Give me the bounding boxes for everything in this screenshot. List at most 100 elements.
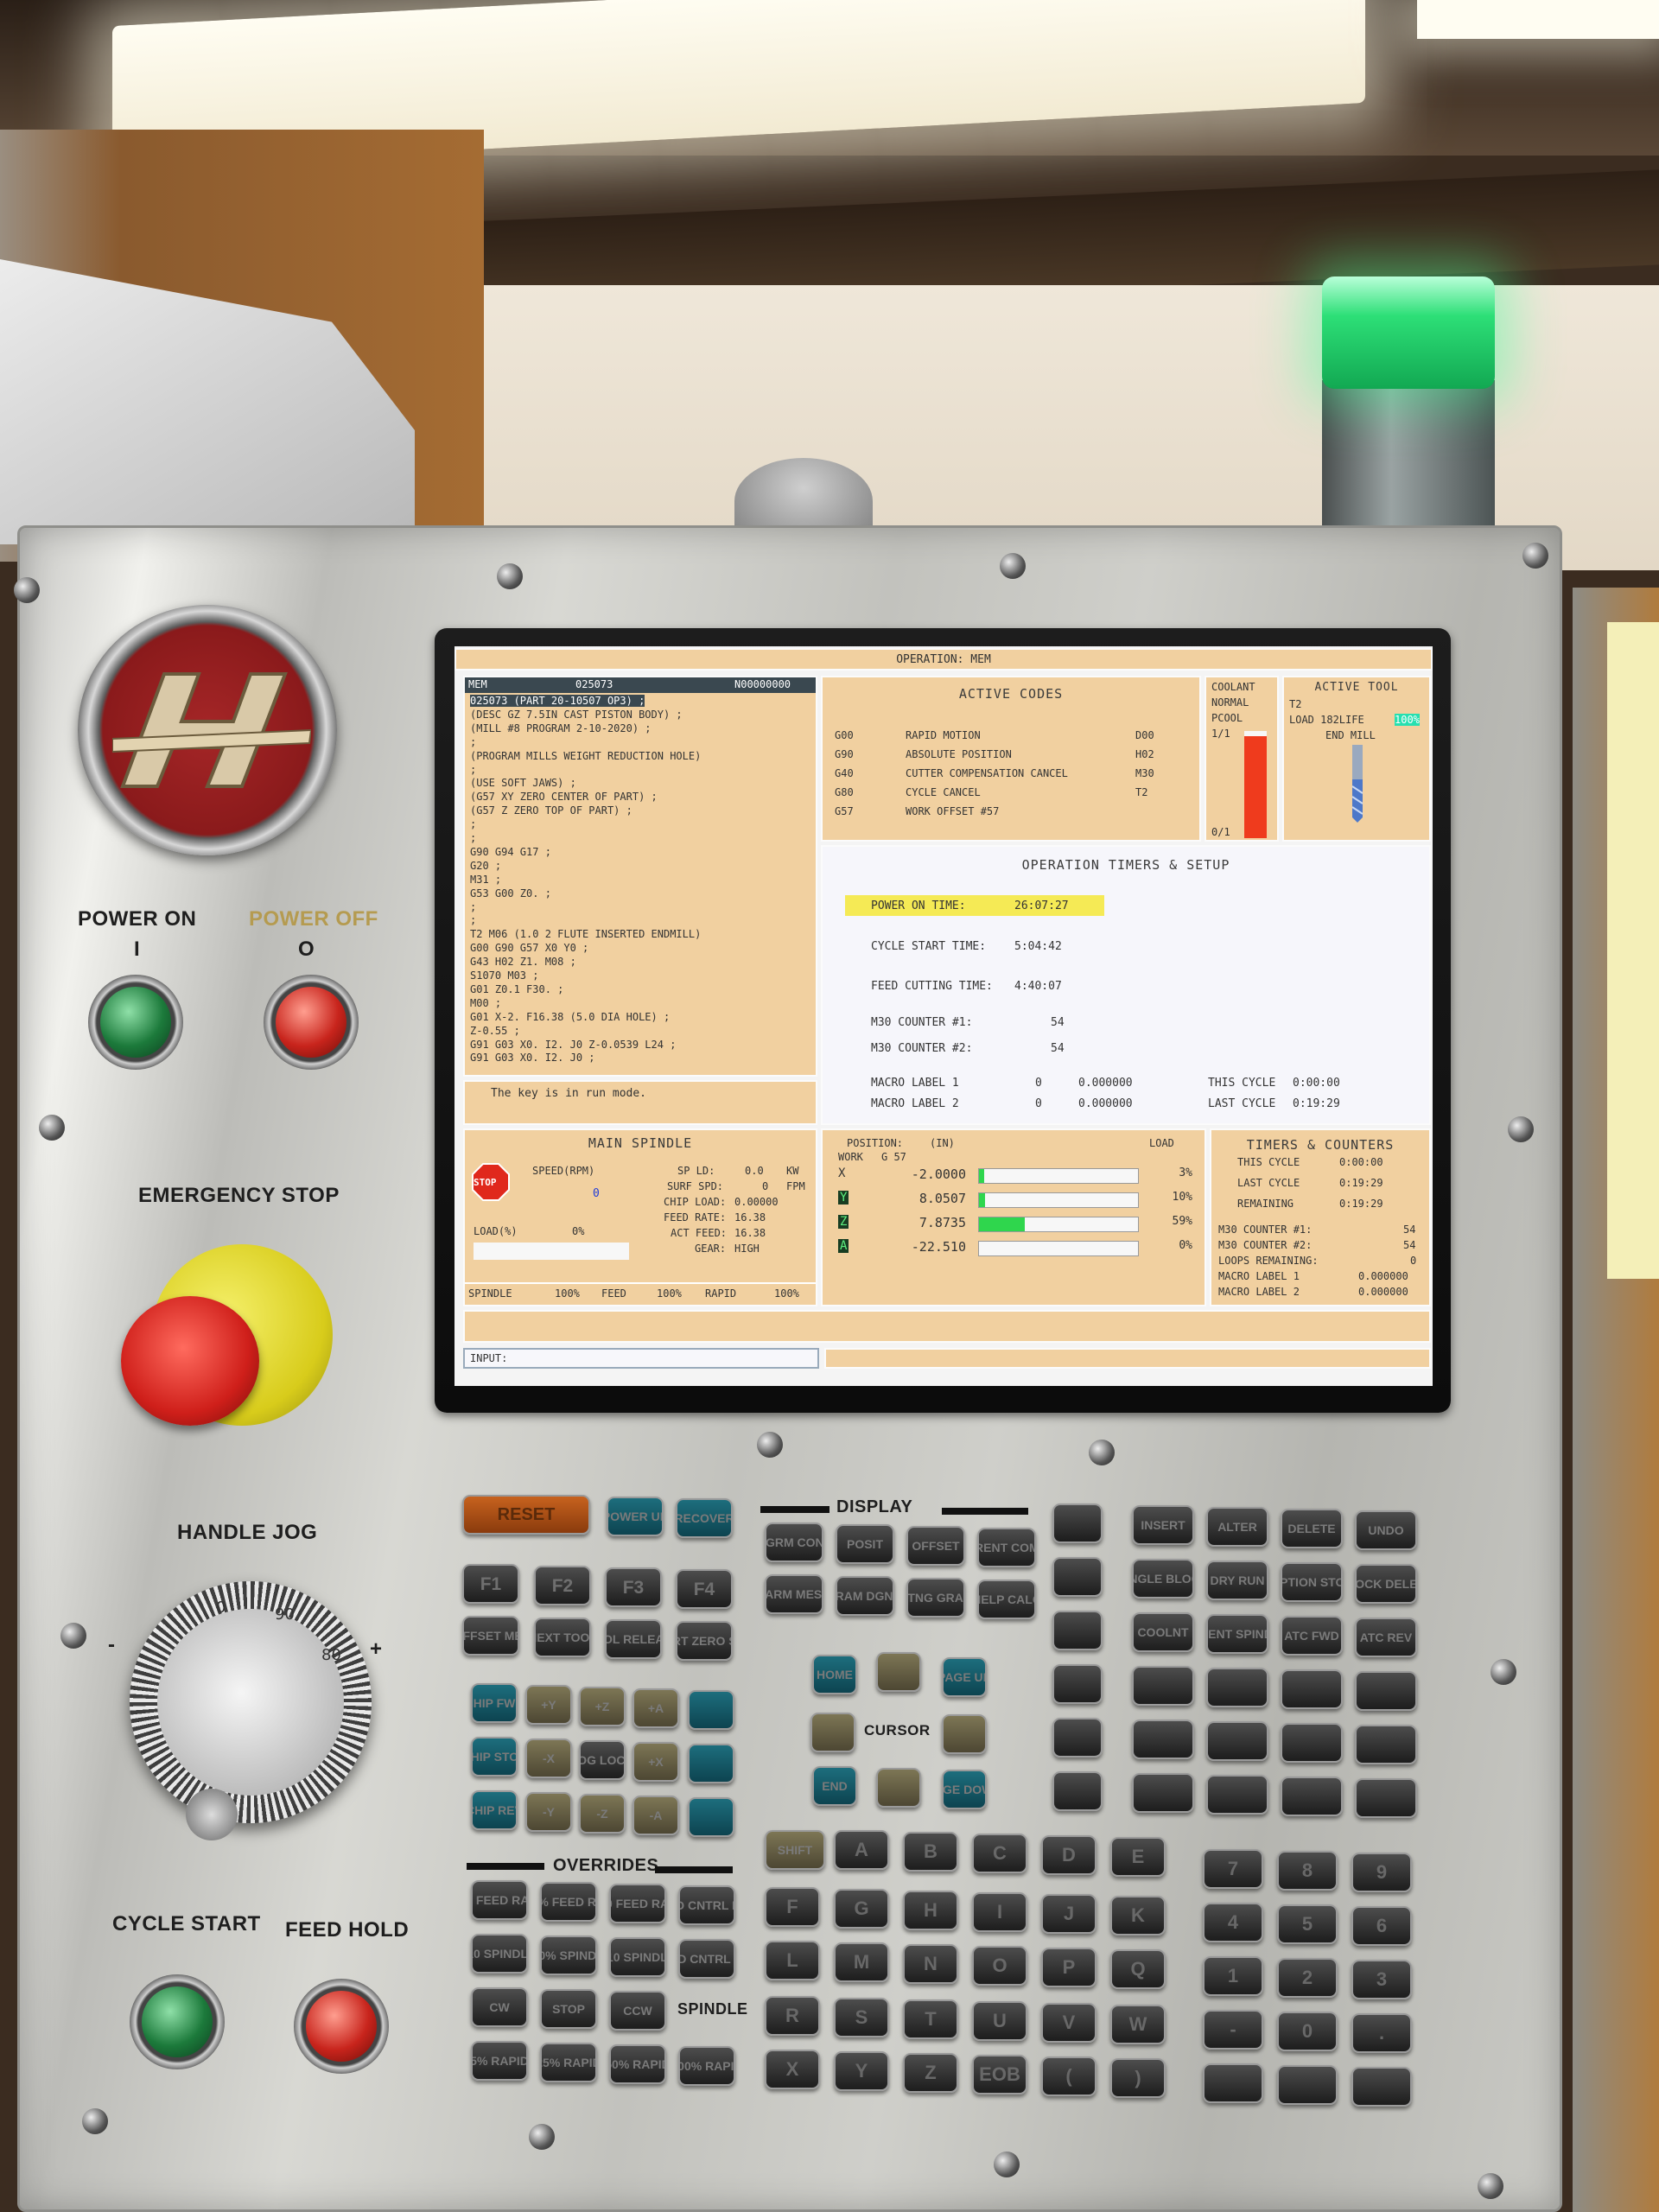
function-key[interactable] — [1281, 1723, 1343, 1763]
key-l[interactable]: L — [765, 1941, 820, 1980]
power-off-button[interactable] — [264, 975, 359, 1070]
atc-fwd-key[interactable]: ATC FWD — [1281, 1616, 1343, 1656]
f2-key[interactable]: F2 — [534, 1566, 591, 1605]
key-y[interactable]: Y — [834, 2051, 889, 2091]
override-key[interactable]: HAND CNTRL FEED — [678, 1885, 735, 1925]
jog-chip-stop-key[interactable]: CHIP STOP — [471, 1737, 518, 1777]
spindle-ccw-key[interactable]: CCW — [609, 1991, 666, 2031]
dry-run-key[interactable]: DRY RUN — [1206, 1560, 1268, 1600]
part-zero-set-key[interactable]: PART ZERO SET — [676, 1621, 733, 1661]
key-m[interactable]: M — [834, 1942, 889, 1982]
key-digit[interactable]: 7 — [1203, 1849, 1263, 1889]
function-key[interactable] — [1355, 1671, 1417, 1711]
jog-lock-key[interactable]: JOG LOCK — [579, 1740, 626, 1780]
key-q[interactable]: Q — [1110, 1949, 1166, 1989]
key-b[interactable]: B — [903, 1832, 958, 1872]
override-key[interactable]: +10 FEED RATE — [609, 1884, 666, 1923]
key-digit[interactable]: 0 — [1277, 2012, 1338, 2051]
edit-key[interactable] — [1052, 1664, 1103, 1704]
jog-minus-x-key[interactable]: -X — [525, 1738, 572, 1778]
eob-key[interactable]: EOB — [972, 2055, 1027, 2094]
function-key[interactable] — [1206, 1775, 1268, 1815]
key-digit[interactable]: 6 — [1351, 1906, 1412, 1946]
block-delete-key[interactable]: BLOCK DELETE — [1355, 1564, 1417, 1604]
edit-key[interactable] — [1052, 1718, 1103, 1758]
opt-stop-key[interactable]: OPTION STOP — [1281, 1562, 1343, 1602]
key-z[interactable]: Z — [903, 2053, 958, 2093]
key-u[interactable]: U — [972, 2001, 1027, 2041]
setng-graph-key[interactable]: SETNG GRAPH — [906, 1578, 965, 1618]
key-r[interactable]: R — [765, 1996, 820, 2036]
single-block-key[interactable]: SINGLE BLOCK — [1132, 1559, 1194, 1599]
key-i[interactable]: I — [972, 1892, 1027, 1932]
posit-key[interactable]: POSIT — [836, 1524, 894, 1564]
jog-minus-z-key[interactable]: -Z — [579, 1794, 626, 1834]
cursor-right-key[interactable] — [942, 1714, 987, 1754]
key-c[interactable]: C — [972, 1834, 1027, 1873]
key-digit[interactable]: 1 — [1203, 1956, 1263, 1996]
override-key[interactable]: -10 FEED RATE — [471, 1880, 528, 1920]
jog-teal-2-key[interactable] — [688, 1744, 734, 1783]
key-t[interactable]: T — [903, 1999, 958, 2039]
key-g[interactable]: G — [834, 1889, 889, 1929]
function-key[interactable] — [1206, 1668, 1268, 1707]
function-key[interactable] — [1281, 1777, 1343, 1816]
function-key[interactable] — [1355, 1778, 1417, 1818]
help-calc-key[interactable]: HELP CALC — [977, 1580, 1036, 1619]
key-digit[interactable]: - — [1203, 2010, 1263, 2050]
tool-offset-measure-key[interactable]: TOOL OFFSET MEASURE — [462, 1616, 519, 1656]
alter-key[interactable]: ALTER — [1206, 1507, 1268, 1547]
cursor-down-key[interactable] — [876, 1768, 921, 1808]
f4-key[interactable]: F4 — [676, 1569, 733, 1609]
key-digit[interactable]: 3 — [1351, 1960, 1412, 1999]
power-on-button[interactable] — [88, 975, 183, 1070]
shift-key[interactable]: SHIFT — [765, 1830, 825, 1870]
key-extra[interactable] — [1351, 2067, 1412, 2107]
offset-key[interactable]: OFFSET — [906, 1526, 965, 1566]
orient-spindle-key[interactable]: ORIENT SPINDLE — [1206, 1614, 1268, 1654]
home-key[interactable]: HOME — [812, 1655, 857, 1694]
key-digit[interactable]: 9 — [1351, 1853, 1412, 1892]
page-down-key[interactable]: PAGE DOWN — [942, 1770, 987, 1809]
power-up-key[interactable]: POWER UP — [607, 1497, 664, 1536]
end-key[interactable]: END — [812, 1766, 857, 1806]
key-a[interactable]: A — [834, 1830, 889, 1870]
key-d[interactable]: D — [1041, 1835, 1096, 1875]
function-key[interactable] — [1281, 1669, 1343, 1709]
cursor-up-key[interactable] — [876, 1652, 921, 1692]
jog-minus-y-key[interactable]: -Y — [525, 1792, 572, 1832]
key-k[interactable]: K — [1110, 1896, 1166, 1936]
key-extra[interactable] — [1203, 2063, 1263, 2103]
program-convrs-key[interactable]: PROGRM CONVRS — [765, 1522, 823, 1562]
override-key[interactable]: HAND CNTRL SPIN — [678, 1939, 735, 1979]
insert-key[interactable]: INSERT — [1132, 1505, 1194, 1545]
function-key[interactable] — [1206, 1721, 1268, 1761]
edit-key[interactable] — [1052, 1557, 1103, 1597]
key-j[interactable]: J — [1041, 1894, 1096, 1934]
lparen-key[interactable]: ( — [1041, 2056, 1096, 2096]
rapid-override-key[interactable]: 25% RAPID — [540, 2043, 597, 2082]
override-key[interactable]: -10 SPINDLE — [471, 1934, 528, 1974]
key-extra[interactable] — [1277, 2065, 1338, 2105]
function-key[interactable] — [1132, 1719, 1194, 1759]
undo-key[interactable]: UNDO — [1355, 1510, 1417, 1550]
cursor-left-key[interactable] — [810, 1713, 855, 1752]
feed-hold-button[interactable] — [294, 1979, 389, 2074]
jog-minus-a-key[interactable]: -A — [632, 1796, 679, 1835]
jog-plus-a-key[interactable]: +A — [632, 1688, 679, 1728]
tool-release-key[interactable]: TOOL RELEASE — [605, 1619, 662, 1659]
edit-key[interactable] — [1052, 1771, 1103, 1811]
cycle-start-button[interactable] — [130, 1974, 225, 2069]
key-digit[interactable]: 4 — [1203, 1903, 1263, 1942]
jog-chip-fwd-key[interactable]: CHIP FWD — [471, 1683, 518, 1723]
jog-plus-y-key[interactable]: +Y — [525, 1685, 572, 1725]
edit-key[interactable] — [1052, 1611, 1103, 1650]
key-v[interactable]: V — [1041, 2003, 1096, 2043]
key-p[interactable]: P — [1041, 1948, 1096, 1987]
key-e[interactable]: E — [1110, 1837, 1166, 1877]
spindle-cw-key[interactable]: CW — [471, 1987, 528, 2027]
rapid-override-key[interactable]: 5% RAPID — [471, 2041, 528, 2081]
rapid-override-key[interactable]: 50% RAPID — [609, 2044, 666, 2084]
function-key[interactable] — [1355, 1725, 1417, 1764]
delete-key[interactable]: DELETE — [1281, 1509, 1343, 1548]
